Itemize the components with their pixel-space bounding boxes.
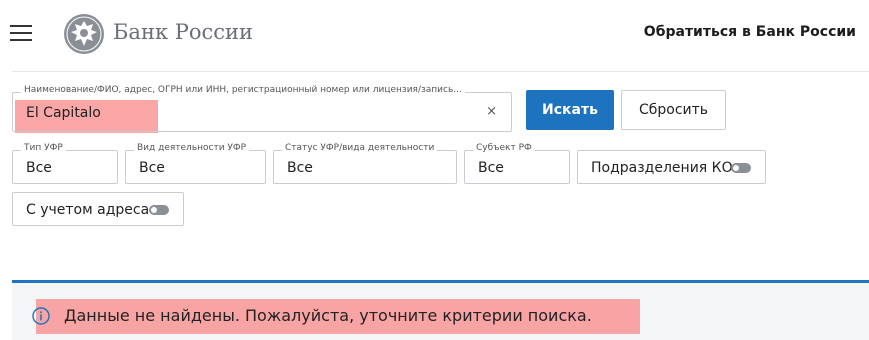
rf-subject-value: Все bbox=[478, 160, 504, 176]
menu-icon[interactable] bbox=[10, 25, 32, 41]
bank-emblem-icon[interactable] bbox=[63, 13, 105, 55]
header-divider bbox=[12, 71, 869, 72]
ko-divisions-label: Подразделения КО bbox=[591, 160, 733, 176]
ko-divisions-toggle[interactable]: Подразделения КО bbox=[577, 150, 766, 184]
no-results-message: Данные не найдены. Пожалуйста, уточните … bbox=[64, 306, 592, 325]
brand-name[interactable]: Банк России bbox=[113, 20, 253, 44]
ufr-type-legend: Тип УФР bbox=[21, 143, 66, 153]
with-address-toggle[interactable]: С учетом адреса bbox=[12, 192, 184, 226]
clear-icon[interactable]: × bbox=[486, 104, 497, 119]
rf-subject-legend: Субъект РФ bbox=[473, 143, 535, 153]
with-address-label: С учетом адреса bbox=[26, 202, 150, 218]
reset-button[interactable]: Сбросить bbox=[621, 90, 726, 130]
ufr-status-legend: Статус УФР/вида деятельности bbox=[282, 143, 438, 153]
toggle-switch-icon[interactable] bbox=[731, 163, 751, 173]
site-header: Банк России Обратиться в Банк России bbox=[0, 0, 869, 70]
ufr-status-select[interactable]: Статус УФР/вида деятельности Все bbox=[273, 143, 457, 184]
ufr-activity-value: Все bbox=[139, 160, 165, 176]
search-input[interactable]: Наименование/ФИО, адрес, ОГРН или ИНН, р… bbox=[12, 85, 512, 132]
contact-bank-link[interactable]: Обратиться в Банк России bbox=[644, 24, 856, 40]
rf-subject-select[interactable]: Субъект РФ Все bbox=[464, 143, 570, 184]
ufr-type-value: Все bbox=[26, 160, 52, 176]
toggle-switch-icon[interactable] bbox=[149, 205, 169, 215]
info-icon bbox=[32, 307, 50, 325]
ufr-activity-select[interactable]: Вид деятельности УФР Все bbox=[125, 143, 266, 184]
ufr-type-select[interactable]: Тип УФР Все bbox=[12, 143, 118, 184]
ufr-activity-legend: Вид деятельности УФР bbox=[134, 143, 250, 153]
ufr-status-value: Все bbox=[287, 160, 313, 176]
search-button[interactable]: Искать bbox=[526, 90, 614, 130]
search-input-legend: Наименование/ФИО, адрес, ОГРН или ИНН, р… bbox=[21, 85, 465, 95]
search-input-value[interactable]: El Capitalo bbox=[26, 105, 101, 121]
